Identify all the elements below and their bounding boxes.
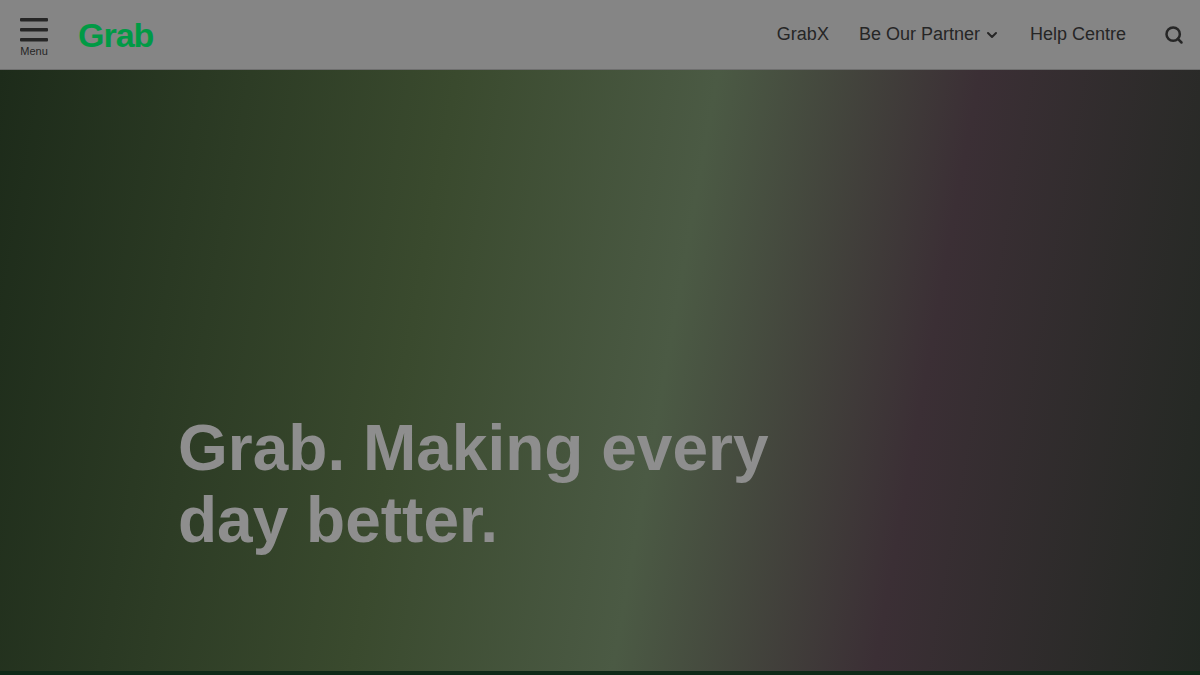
hero: Grab. Making every day better. <box>0 70 1200 675</box>
search-icon <box>1164 25 1184 45</box>
nav-item[interactable]: GrabX <box>777 21 829 48</box>
hero-bottom-strip <box>0 671 1200 675</box>
page: MenuGrabGrabXBe Our PartnerHelp CentreGr… <box>0 0 1200 675</box>
nav-item[interactable]: Be Our Partner <box>859 21 1000 48</box>
nav-item[interactable]: Help Centre <box>1030 21 1126 48</box>
menu-button[interactable]: Menu <box>18 17 50 59</box>
menu-label: Menu <box>20 43 48 59</box>
header: Menu Grab GrabX Be Our Partner Help Centre <box>0 0 1200 70</box>
menu-icon <box>19 17 49 43</box>
chevron-down-icon <box>984 27 1000 43</box>
search-button[interactable] <box>1160 21 1188 49</box>
nav: GrabX Be Our Partner Help Centre <box>777 21 1188 49</box>
hero-content: Grab. Making every day better. <box>0 70 1200 556</box>
logo[interactable]: Grab <box>78 15 153 55</box>
hero-heading: Grab. Making every day better. <box>178 412 818 556</box>
